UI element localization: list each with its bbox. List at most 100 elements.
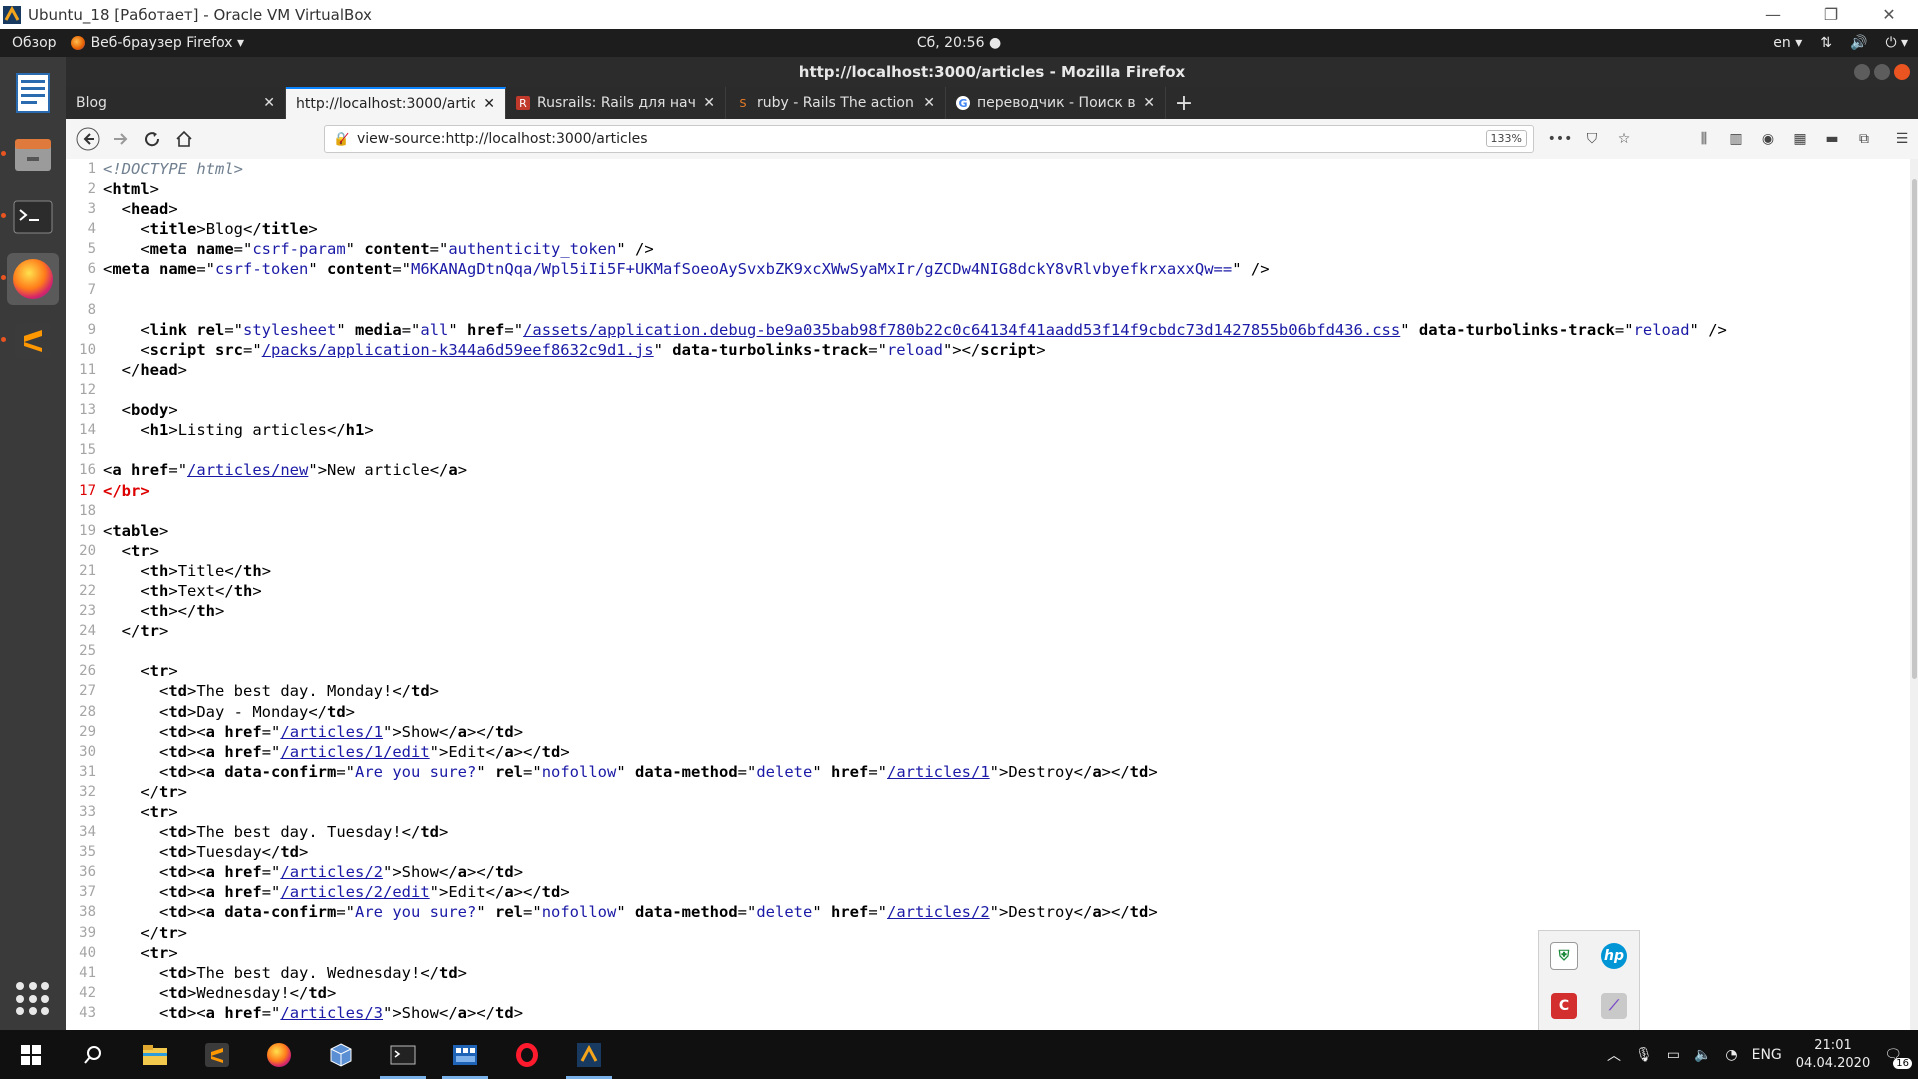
close-tab-icon[interactable]: ✕ (923, 95, 935, 111)
dock-terminal[interactable] (1, 191, 59, 243)
page-actions-icon[interactable]: ••• (1544, 131, 1576, 147)
library-icon[interactable]: ⫼ (1688, 131, 1720, 147)
virtualbox-titlebar: Ubuntu_18 [Работает] - Oracle VM Virtual… (0, 0, 1918, 30)
virtualbox-vm-icon[interactable] (434, 1030, 496, 1079)
pen-tablet-icon[interactable]: ⟋ (1601, 993, 1627, 1019)
sidebar-icon[interactable]: ▥ (1720, 131, 1752, 147)
virtualbox-manager-icon[interactable] (558, 1030, 620, 1079)
hp-icon[interactable]: hp (1601, 943, 1627, 969)
extension-icon[interactable]: ▦ (1784, 131, 1816, 147)
opera-icon[interactable] (496, 1030, 558, 1079)
start-button[interactable] (0, 1030, 62, 1079)
firefox-titlebar: http://localhost:3000/articles - Mozilla… (66, 57, 1918, 87)
notifications-count: 16 (1893, 1057, 1912, 1069)
forward-button[interactable] (104, 123, 136, 155)
virtualbox-icon[interactable] (310, 1030, 372, 1079)
back-button[interactable] (72, 123, 104, 155)
translate-icon[interactable]: ⧉ (1848, 131, 1880, 147)
vertical-scrollbar[interactable] (1910, 159, 1918, 1030)
tab-rusrails[interactable]: R Rusrails: Rails для начин ✕ (506, 87, 726, 119)
minimize-button[interactable]: — (1744, 0, 1802, 29)
volume-icon[interactable]: 🔊 (1850, 35, 1867, 51)
input-language[interactable]: ENG (1752, 1047, 1782, 1063)
destroy-article-link[interactable]: /articles/2 (887, 903, 990, 921)
terminal-icon[interactable] (372, 1030, 434, 1079)
panel-clock[interactable]: Сб, 20:56 ● (917, 35, 1001, 51)
stylesheet-link[interactable]: /assets/application.debug-be9a035bab98f7… (523, 321, 1400, 339)
account-icon[interactable]: ◉ (1752, 131, 1784, 147)
battery-icon[interactable]: ▭ (1667, 1047, 1680, 1063)
power-icon[interactable]: ⏻ ▾ (1885, 35, 1908, 51)
dock-sublime-text[interactable] (1, 315, 59, 367)
minimize-button[interactable] (1854, 64, 1870, 80)
firefox-icon[interactable] (248, 1030, 310, 1079)
extension-icon[interactable]: ▬ (1816, 131, 1848, 147)
zoom-indicator[interactable]: 133% (1485, 130, 1527, 147)
security-shield-icon[interactable]: ⛨ (1550, 942, 1578, 970)
restore-button[interactable]: ❐ (1802, 0, 1860, 29)
show-article-link[interactable]: /articles/2 (280, 863, 383, 881)
firefox-icon (13, 259, 53, 299)
forward-icon (114, 133, 128, 145)
speaker-icon[interactable]: 🔈 (1694, 1047, 1711, 1063)
tab-blog[interactable]: Blog ✕ (66, 87, 286, 119)
destroy-article-link[interactable]: /articles/1 (887, 763, 990, 781)
reload-icon (145, 132, 160, 147)
tray-overflow-popup: ⛨ hp C ⟋ (1538, 930, 1640, 1032)
dock-libreoffice-writer[interactable] (7, 67, 59, 119)
menu-icon[interactable]: ☰ (1886, 131, 1918, 147)
close-tab-icon[interactable]: ✕ (1143, 95, 1155, 111)
bookmark-star-icon[interactable]: ☆ (1608, 131, 1640, 147)
show-article-link[interactable]: /articles/1 (280, 723, 383, 741)
close-button[interactable] (1894, 64, 1910, 80)
close-button[interactable]: ✕ (1860, 0, 1918, 29)
edit-article-link[interactable]: /articles/1/edit (280, 743, 429, 761)
maximize-button[interactable] (1874, 64, 1890, 80)
edit-article-link[interactable]: /articles/2/edit (280, 883, 429, 901)
tab-strip: Blog ✕ http://localhost:3000/articles ✕ … (66, 87, 1918, 119)
taskbar-clock[interactable]: 21:01 04.04.2020 (1796, 1037, 1870, 1073)
google-icon: G (956, 96, 970, 110)
pocket-icon[interactable]: ⛉ (1576, 131, 1608, 147)
new-article-link[interactable]: /articles/new (187, 461, 308, 479)
ubuntu-dock (0, 57, 66, 1030)
terminal-icon (13, 200, 53, 234)
script-link[interactable]: /packs/application-k344a6d59eef8632c9d1.… (262, 341, 654, 359)
sublime-text-icon[interactable] (186, 1030, 248, 1079)
view-source-content: 1 <!DOCTYPE html> 2 <html> 3 <head> 4 <tit… (66, 159, 1918, 1030)
stackoverflow-icon: S (739, 96, 747, 110)
show-article-link[interactable]: /articles/3 (280, 1004, 383, 1022)
files-icon (15, 139, 51, 171)
microphone-icon[interactable]: 🎙 (1635, 1047, 1653, 1063)
search-icon[interactable] (62, 1030, 124, 1079)
network-icon[interactable]: ⇅ (1820, 35, 1832, 51)
dock-firefox[interactable] (1, 253, 59, 305)
wifi-icon[interactable]: ◔ (1725, 1047, 1737, 1063)
close-tab-icon[interactable]: ✕ (703, 95, 715, 111)
close-tab-icon[interactable]: ✕ (263, 95, 275, 111)
file-explorer-icon[interactable] (124, 1030, 186, 1079)
new-tab-button[interactable]: + (1166, 87, 1202, 119)
scrollbar-thumb[interactable] (1912, 179, 1917, 679)
app-menu[interactable]: Веб-браузер Firefox ▾ (70, 35, 244, 51)
running-indicator (1, 337, 6, 342)
ccleaner-icon[interactable]: C (1551, 993, 1577, 1019)
tab-articles-source[interactable]: http://localhost:3000/articles ✕ (286, 87, 506, 119)
dock-files[interactable] (1, 129, 59, 181)
running-indicator (1, 213, 6, 218)
rusrails-icon: R (516, 96, 530, 110)
show-applications-icon[interactable] (16, 982, 50, 1016)
virtualbox-icon (3, 5, 21, 24)
firefox-window: http://localhost:3000/articles - Mozilla… (66, 57, 1918, 1030)
reload-button[interactable] (136, 123, 168, 155)
close-tab-icon[interactable]: ✕ (483, 96, 495, 112)
url-bar[interactable]: 🔒̸ view-source:http://localhost:3000/art… (324, 125, 1534, 153)
keyboard-layout-indicator[interactable]: en ▾ (1773, 35, 1802, 51)
notifications-icon[interactable]: 🗨 16 (1884, 1047, 1912, 1069)
tab-google[interactable]: G переводчик - Поиск в Go ✕ (946, 87, 1166, 119)
tab-stackoverflow[interactable]: S ruby - Rails The action 'sh ✕ (726, 87, 946, 119)
show-hidden-icons[interactable]: ︿ (1607, 1045, 1621, 1065)
taskbar-time: 21:01 (1814, 1037, 1852, 1053)
home-button[interactable] (168, 123, 200, 155)
activities-button[interactable]: Обзор (12, 35, 57, 51)
